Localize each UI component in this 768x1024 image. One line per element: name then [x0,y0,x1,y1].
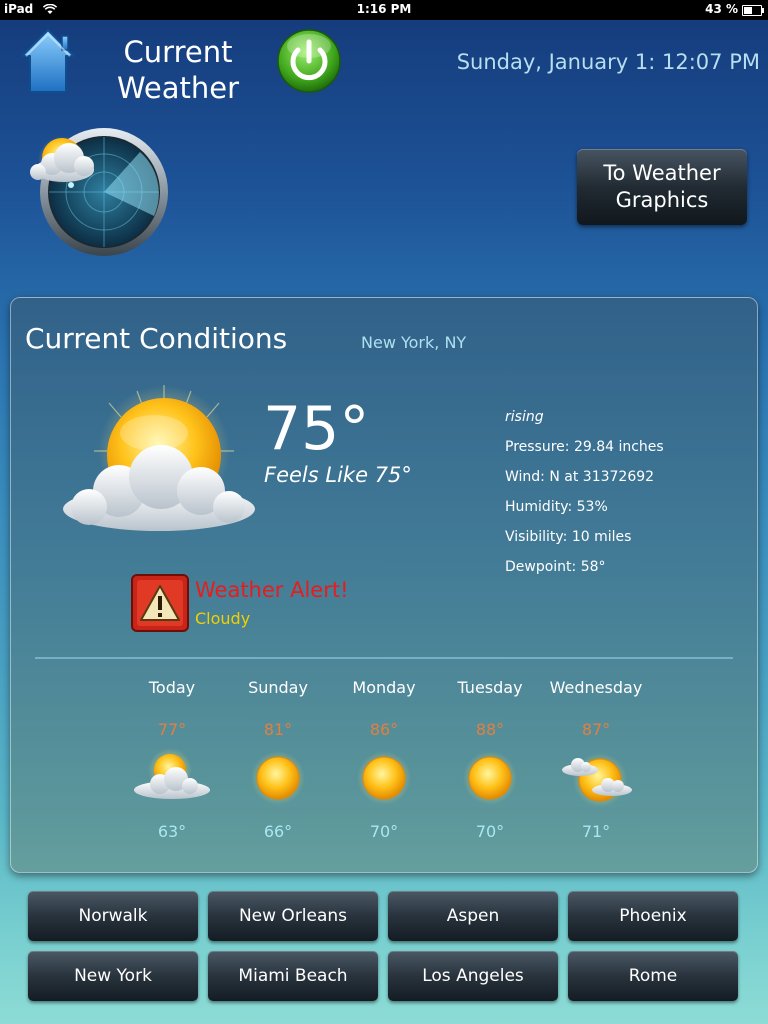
forecast-day: Sunday 81° 66° [223,676,333,841]
weather-alert-link[interactable]: Weather Alert! [195,578,349,602]
forecast-low: 70° [475,822,505,841]
status-time: 1:16 PM [356,2,412,16]
forecast-day: Wednesday 87° 71° [541,676,651,841]
current-conditions-panel: Current Conditions New York, NY 75° Feel… [10,297,758,873]
forecast-day-name: Monday [352,678,416,697]
radar-icon [30,128,168,256]
sunny-icon [463,751,517,805]
pressure: Pressure: 29.84 inches [505,439,664,455]
current-conditions-title: Current Conditions [25,322,288,355]
alert-condition: Cloudy [195,609,251,628]
forecast-day-name: Wednesday [549,678,643,697]
city-button-new-york[interactable]: New York [28,951,198,1001]
battery-percent: 43 % [705,2,738,16]
conditions-details: rising Pressure: 29.84 inches Wind: N at… [505,406,664,586]
city-button-aspen[interactable]: Aspen [388,891,558,941]
forecast-day: Monday 86° 70° [329,676,439,841]
forecast-high: 77° [157,720,187,739]
home-icon[interactable] [18,26,78,96]
battery-icon [742,5,764,16]
feels-like: Feels Like 75° [264,463,412,487]
wind: Wind: N at 31372692 [505,469,655,485]
forecast-low: 63° [157,822,187,841]
forecast-low: 66° [263,822,293,841]
forecast-day: Tuesday 88° 70° [435,676,545,841]
city-button-miami-beach[interactable]: Miami Beach [208,951,378,1001]
pressure-trend: rising [505,409,544,425]
current-temperature: 75° [263,394,370,464]
forecast-day-name: Sunday [248,678,308,697]
to-weather-graphics-button[interactable]: To Weather Graphics [577,149,747,225]
forecast-high: 86° [369,720,399,739]
location-label: New York, NY [361,333,467,352]
sunny-icon [251,751,305,805]
current-datetime: Sunday, January 1: 12:07 PM [456,50,760,74]
city-button-los-angeles[interactable]: Los Angeles [388,951,558,1001]
forecast-day-name: Today [148,678,196,697]
forecast-low: 71° [581,822,611,841]
city-button-new-orleans[interactable]: New Orleans [208,891,378,941]
visibility: Visibility: 10 miles [505,529,632,545]
warning-icon[interactable] [131,574,189,632]
divider [35,657,733,659]
forecast-day: Today 77° 63° [117,676,227,841]
partly-cloudy-icon [134,748,210,799]
forecast-day-name: Tuesday [457,678,523,697]
forecast-high: 81° [263,720,293,739]
partly-cloudy-icon [562,753,632,807]
forecast-high: 88° [475,720,505,739]
humidity: Humidity: 53% [505,499,608,515]
status-bar: iPad 1:16 PM 43 % [0,0,768,20]
app-title: Current Weather [116,35,240,105]
sunny-icon [357,751,411,805]
city-button-rome[interactable]: Rome [568,951,738,1001]
city-button-norwalk[interactable]: Norwalk [28,891,198,941]
dewpoint: Dewpoint: 58° [505,559,606,575]
battery-level [744,7,752,14]
partly-cloudy-icon [63,385,255,531]
forecast-high: 87° [581,720,611,739]
power-icon[interactable] [276,28,342,94]
city-button-phoenix[interactable]: Phoenix [568,891,738,941]
forecast-low: 70° [369,822,399,841]
